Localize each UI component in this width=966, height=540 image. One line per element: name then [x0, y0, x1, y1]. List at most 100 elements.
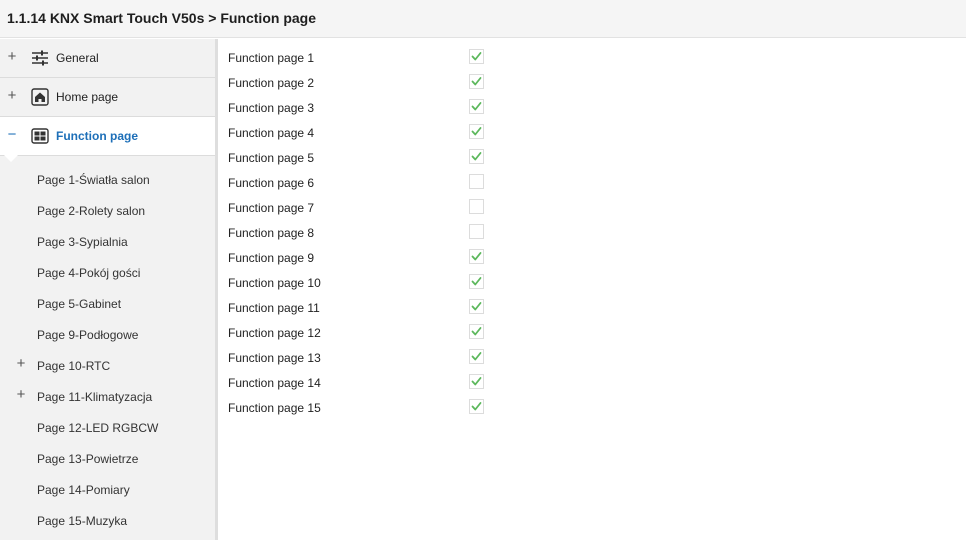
check-icon — [471, 327, 482, 336]
check-icon — [471, 377, 482, 386]
sidebar-subitem[interactable]: + Page 10-RTC — [0, 350, 215, 381]
sidebar-subitem-label: Page 2-Rolety salon — [37, 204, 146, 218]
sidebar-item-home-page[interactable]: + Home page — [0, 78, 215, 117]
function-page-checkbox[interactable] — [469, 124, 484, 139]
sidebar-subitem-label: Page 1-Światła salon — [37, 173, 150, 187]
active-indicator — [4, 155, 18, 162]
check-icon — [471, 252, 482, 261]
function-page-checkbox[interactable] — [469, 49, 484, 64]
sidebar-subitem-label: Page 13-Powietrze — [37, 452, 139, 466]
function-page-row: Function page 13 — [218, 345, 966, 370]
sidebar-subitem[interactable]: Page 12-LED RGBCW — [0, 412, 215, 443]
function-page-row: Function page 15 — [218, 395, 966, 420]
sidebar-subitem-label: Page 5-Gabinet — [37, 297, 122, 311]
sidebar-subitem[interactable]: + Page 11-Klimatyzacja — [0, 381, 215, 412]
main-panel: Function page 1 Function page 2 Function p… — [218, 39, 966, 540]
check-icon — [471, 302, 482, 311]
function-page-checkbox[interactable] — [469, 199, 484, 214]
function-page-checkbox[interactable] — [469, 374, 484, 389]
sidebar-subitem-label: Page 9-Podłogowe — [37, 328, 139, 342]
sidebar-subitem[interactable]: Page 5-Gabinet — [0, 288, 215, 319]
sidebar-subitem[interactable]: Page 15-Muzyka — [0, 505, 215, 536]
sidebar: + General + Home page − Function page Pa… — [0, 39, 218, 540]
function-page-label: Function page 13 — [228, 351, 321, 365]
check-icon — [471, 277, 482, 286]
sidebar-item-label: General — [56, 51, 99, 65]
function-page-row: Function page 4 — [218, 120, 966, 145]
function-page-label: Function page 14 — [228, 376, 321, 390]
sidebar-subitem[interactable]: Page 4-Pokój gości — [0, 257, 215, 288]
function-page-row: Function page 8 — [218, 220, 966, 245]
page-title: 1.1.14 KNX Smart Touch V50s > Function p… — [7, 10, 316, 26]
sidebar-subitem[interactable]: Page 2-Rolety salon — [0, 195, 215, 226]
function-page-checkbox[interactable] — [469, 149, 484, 164]
function-page-checkbox[interactable] — [469, 99, 484, 114]
check-icon — [471, 352, 482, 361]
collapse-icon[interactable]: − — [6, 126, 18, 144]
sidebar-subitem-label: Page 12-LED RGBCW — [37, 421, 159, 435]
grid-icon — [31, 127, 49, 145]
check-icon — [471, 152, 482, 161]
function-page-row: Function page 7 — [218, 195, 966, 220]
function-page-checkbox[interactable] — [469, 299, 484, 314]
sidebar-item-label: Home page — [56, 90, 119, 104]
expand-icon[interactable]: + — [6, 48, 18, 66]
sidebar-item-general[interactable]: + General — [0, 39, 215, 78]
function-page-row: Function page 11 — [218, 295, 966, 320]
function-page-row: Function page 2 — [218, 70, 966, 95]
function-page-row: Function page 14 — [218, 370, 966, 395]
function-page-label: Function page 10 — [228, 276, 321, 290]
sidebar-item-function-page[interactable]: − Function page — [0, 117, 215, 162]
sidebar-subitem-label: Page 10-RTC — [37, 359, 111, 373]
sidebar-item-label: Function page — [56, 129, 138, 143]
check-icon — [471, 77, 482, 86]
function-page-label: Function page 4 — [228, 126, 315, 140]
function-page-row: Function page 10 — [218, 270, 966, 295]
function-page-label: Function page 1 — [228, 51, 315, 65]
function-page-checkbox[interactable] — [469, 74, 484, 89]
check-icon — [471, 102, 482, 111]
function-page-checkbox[interactable] — [469, 324, 484, 339]
function-page-checkbox[interactable] — [469, 224, 484, 239]
function-page-label: Function page 9 — [228, 251, 315, 265]
sidebar-subitem[interactable]: Page 13-Powietrze — [0, 443, 215, 474]
function-page-label: Function page 6 — [228, 176, 315, 190]
function-page-label: Function page 2 — [228, 76, 315, 90]
expand-icon[interactable]: + — [15, 355, 27, 373]
expand-icon[interactable]: + — [15, 386, 27, 404]
function-page-label: Function page 12 — [228, 326, 321, 340]
function-page-checkbox[interactable] — [469, 174, 484, 189]
function-page-label: Function page 3 — [228, 101, 315, 115]
function-page-row: Function page 3 — [218, 95, 966, 120]
function-page-row: Function page 6 — [218, 170, 966, 195]
sidebar-subitem[interactable]: Page 9-Podłogowe — [0, 319, 215, 350]
sidebar-subitem-label: Page 3-Sypialnia — [37, 235, 128, 249]
sliders-icon — [31, 49, 49, 67]
sidebar-subitem-label: Page 4-Pokój gości — [37, 266, 141, 280]
function-page-label: Function page 7 — [228, 201, 315, 215]
sidebar-subitem-label: Page 15-Muzyka — [37, 514, 128, 528]
function-page-label: Function page 5 — [228, 151, 315, 165]
function-page-row: Function page 5 — [218, 145, 966, 170]
sidebar-subitem-label: Page 14-Pomiary — [37, 483, 130, 497]
function-page-row: Function page 12 — [218, 320, 966, 345]
function-page-label: Function page 15 — [228, 401, 321, 415]
home-icon — [31, 88, 49, 106]
check-icon — [471, 402, 482, 411]
sidebar-subitem[interactable]: Page 1-Światła salon — [0, 164, 215, 195]
sidebar-subitem[interactable]: Page 14-Pomiary — [0, 474, 215, 505]
function-page-label: Function page 11 — [228, 301, 320, 315]
function-page-checkbox[interactable] — [469, 274, 484, 289]
function-page-checkbox[interactable] — [469, 249, 484, 264]
function-page-row: Function page 1 — [218, 45, 966, 70]
check-icon — [471, 127, 482, 136]
sidebar-subitem[interactable]: Page 3-Sypialnia — [0, 226, 215, 257]
function-page-checkbox[interactable] — [469, 399, 484, 414]
check-icon — [471, 52, 482, 61]
expand-icon[interactable]: + — [6, 87, 18, 105]
function-page-checkbox[interactable] — [469, 349, 484, 364]
function-page-label: Function page 8 — [228, 226, 315, 240]
sidebar-subitem-label: Page 11-Klimatyzacja — [37, 390, 153, 404]
title-bar: 1.1.14 KNX Smart Touch V50s > Function p… — [0, 0, 966, 38]
function-page-row: Function page 9 — [218, 245, 966, 270]
